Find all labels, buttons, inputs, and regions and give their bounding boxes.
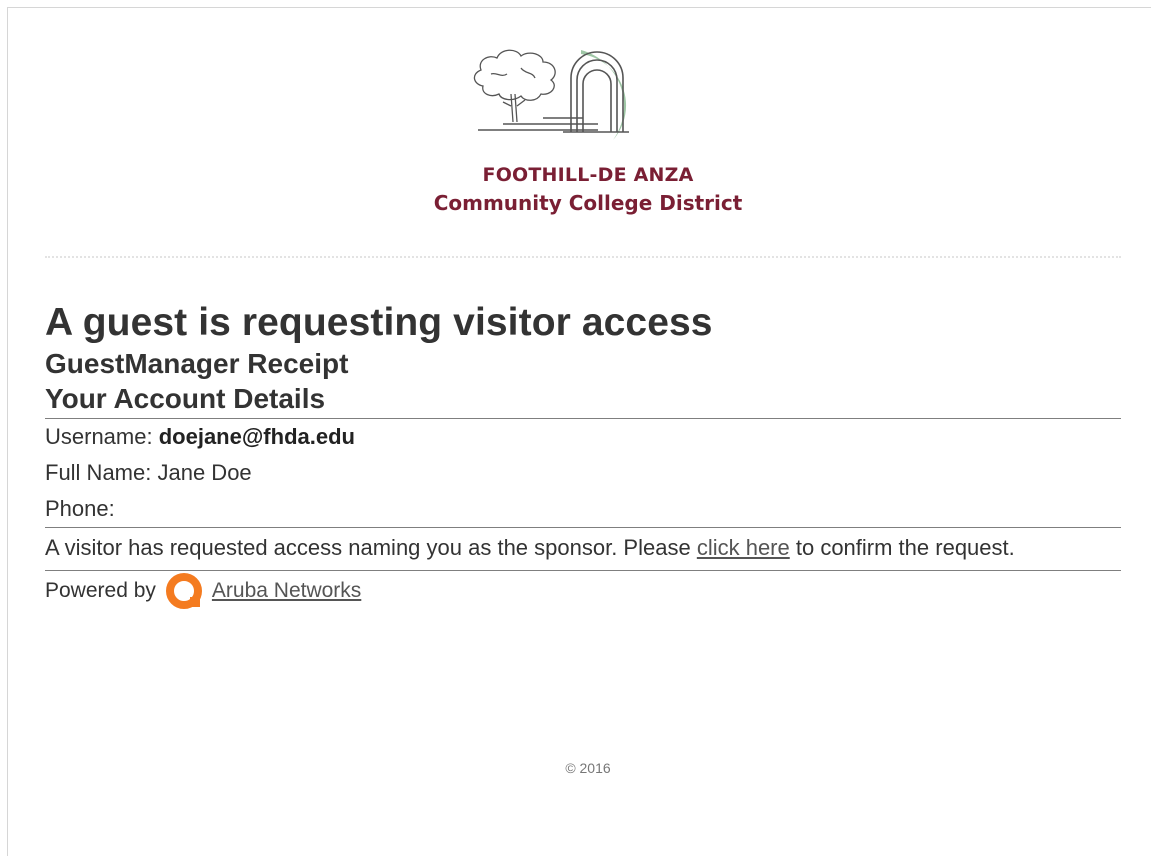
account-details-heading: Your Account Details [45,382,1121,419]
email-header: FOOTHILL-DE ANZA Community College Distr… [8,8,1151,258]
phone-label: Phone: [45,496,115,521]
message-text: A visitor has requested access naming yo… [45,535,697,560]
fullname-row: Full Name: Jane Doe [45,455,1121,491]
email-content: A guest is requesting visitor access Gue… [45,300,1121,611]
message-text-end: to confirm the request. [789,535,1015,560]
receipt-subtitle: GuestManager Receipt [45,348,349,379]
aruba-logo-icon [165,573,202,609]
confirm-request-link[interactable]: click here [697,535,790,560]
powered-by-label: Powered by [45,579,156,602]
username-label: Username: [45,424,159,449]
email-body: FOOTHILL-DE ANZA Community College Distr… [7,7,1151,856]
username-value: doejane@fhda.edu [158,424,355,449]
org-name-line1: FOOTHILL-DE ANZA [482,164,694,186]
org-name-line2: Community College District [433,191,743,215]
sponsor-message: A visitor has requested access naming yo… [45,528,1121,570]
fullname-value: Jane Doe [157,460,252,485]
copyright: © 2016 [565,760,611,776]
college-logo [473,49,629,140]
aruba-networks-link[interactable]: Aruba Networks [212,571,361,611]
page-title: A guest is requesting visitor access [45,301,713,344]
phone-row: Phone: [45,491,1121,527]
powered-by: Powered by Aruba Networks [45,571,1121,611]
username-row: Username: doejane@fhda.edu [45,419,1121,455]
header-divider [45,256,1121,258]
fullname-label: Full Name: [45,460,158,485]
